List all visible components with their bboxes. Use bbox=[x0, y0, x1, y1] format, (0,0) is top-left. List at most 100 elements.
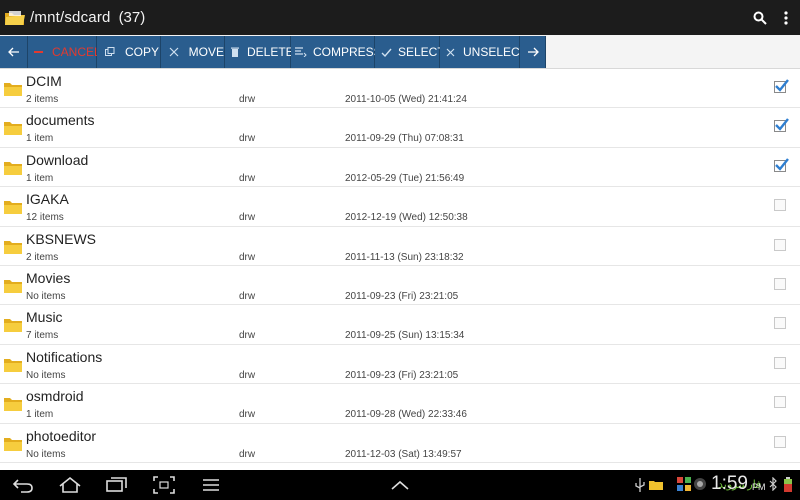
file-count: (37) bbox=[118, 9, 146, 26]
folder-icon bbox=[3, 160, 23, 176]
copy-button[interactable]: COPY bbox=[97, 36, 161, 68]
file-name: Download bbox=[26, 151, 89, 168]
item-count: 12 items bbox=[26, 212, 64, 224]
system-bar: فارسروید 1:59 PM bbox=[0, 470, 800, 500]
screenshot-icon[interactable] bbox=[153, 476, 175, 494]
modified-date: 2011-09-25 (Sun) 13:15:34 bbox=[345, 330, 465, 342]
compress-label: COMPRESS bbox=[313, 45, 382, 59]
permissions: drw bbox=[239, 94, 256, 105]
modified-date: 2011-09-28 (Wed) 22:33:46 bbox=[345, 409, 467, 421]
file-row[interactable]: osmdroid 1 item drw 2011-09-28 (Wed) 22:33:… bbox=[0, 384, 800, 424]
select-button[interactable]: SELECT bbox=[375, 36, 445, 68]
cancel-label: CANCEL bbox=[52, 45, 101, 59]
file-row[interactable]: Download 1 item drw 2012-05-29 (Tue) 21:56:… bbox=[0, 148, 800, 188]
copy-label: COPY bbox=[125, 45, 160, 59]
modified-date: 2011-09-23 (Fri) 23:21:05 bbox=[345, 290, 459, 302]
select-checkbox[interactable] bbox=[774, 277, 786, 290]
unselect-label: UNSELECT bbox=[463, 45, 528, 59]
move-button[interactable]: MOVE bbox=[161, 36, 225, 68]
folder-icon bbox=[3, 120, 23, 136]
battery-icon bbox=[783, 477, 797, 493]
file-row[interactable]: documents 1 item drw 2011-09-29 (Thu) 07:08… bbox=[0, 108, 800, 148]
select-label: SELECT bbox=[398, 45, 445, 59]
file-name: Music bbox=[26, 309, 63, 326]
app-notification-icon bbox=[677, 477, 691, 493]
file-row[interactable]: DCIM 2 items drw 2011-10-05 (Wed) 21:41:24 bbox=[0, 69, 800, 109]
select-checkbox[interactable] bbox=[774, 317, 786, 330]
permissions: drw bbox=[239, 330, 256, 342]
select-checkbox[interactable] bbox=[774, 435, 786, 448]
permissions: drw bbox=[239, 133, 256, 145]
file-list: DCIM 2 items drw 2011-10-05 (Wed) 21:41:24 d… bbox=[0, 69, 800, 470]
bluetooth-icon bbox=[768, 476, 782, 493]
item-count: 1 item bbox=[26, 133, 54, 145]
arrow-right-icon bbox=[526, 45, 540, 59]
back-button[interactable] bbox=[0, 36, 28, 68]
file-row[interactable]: IGAKA 12 items drw 2012-12-19 (Wed) 12:50:3… bbox=[0, 187, 800, 227]
file-row[interactable]: Notifications No items drw 2011-09-23 (Fri)… bbox=[0, 345, 800, 385]
permissions: drw bbox=[239, 172, 256, 184]
select-checkbox[interactable] bbox=[774, 199, 786, 212]
folder-icon bbox=[3, 278, 23, 294]
trash-icon bbox=[231, 45, 239, 59]
folder-icon bbox=[3, 317, 23, 333]
compress-button[interactable]: COMPRESS bbox=[291, 36, 382, 68]
select-checkbox[interactable] bbox=[774, 356, 786, 369]
file-name: Movies bbox=[26, 269, 71, 286]
cancel-button[interactable]: CANCEL bbox=[28, 36, 101, 68]
file-row[interactable]: photoeditor No items drw 2011-12-03 (Sat) 1… bbox=[0, 424, 800, 463]
delete-label: DELETE bbox=[247, 45, 294, 59]
item-count: 1 item bbox=[26, 409, 54, 421]
item-count: 1 item bbox=[26, 172, 54, 184]
folder-icon bbox=[3, 357, 23, 373]
overflow-menu-icon[interactable] bbox=[778, 9, 794, 27]
select-checkbox[interactable] bbox=[774, 158, 789, 172]
chevron-up-icon[interactable] bbox=[389, 476, 411, 494]
clock-ampm: PM bbox=[752, 482, 766, 492]
file-name: KBSNEWS bbox=[26, 230, 97, 247]
file-name: IGAKA bbox=[26, 191, 69, 208]
file-name: Notifications bbox=[26, 348, 103, 365]
minus-icon bbox=[34, 45, 44, 59]
file-row[interactable]: Music 7 items drw 2011-09-25 (Sun) 13:15:34 bbox=[0, 305, 800, 345]
select-checkbox[interactable] bbox=[774, 79, 789, 93]
select-checkbox[interactable] bbox=[774, 396, 786, 409]
item-count: 2 items bbox=[26, 94, 59, 105]
permissions: drw bbox=[239, 290, 256, 302]
file-row[interactable]: Movies No items drw 2011-09-23 (Fri) 23:21:… bbox=[0, 266, 800, 306]
item-count: No items bbox=[26, 369, 66, 381]
file-name: photoeditor bbox=[26, 427, 97, 444]
menu-icon[interactable] bbox=[201, 476, 223, 494]
home-nav-icon[interactable] bbox=[58, 476, 81, 494]
folder-icon bbox=[4, 10, 26, 26]
delete-button[interactable]: DELETE bbox=[225, 36, 294, 68]
arrow-left-icon bbox=[7, 45, 21, 59]
clock-time: 1:59 bbox=[711, 473, 748, 494]
permissions: drw bbox=[239, 212, 256, 224]
move-label: MOVE bbox=[188, 45, 224, 59]
cut-icon bbox=[167, 45, 181, 59]
modified-date: 2011-09-23 (Fri) 23:21:05 bbox=[345, 369, 459, 381]
unselect-button[interactable]: UNSELECT bbox=[440, 36, 527, 68]
item-count: 2 items bbox=[26, 251, 59, 263]
forward-button[interactable] bbox=[520, 36, 546, 68]
permissions: drw bbox=[239, 369, 256, 381]
permissions: drw bbox=[239, 251, 256, 263]
recent-apps-icon[interactable] bbox=[106, 476, 128, 494]
title-bar: /mnt/sdcard (37) bbox=[0, 0, 800, 35]
item-count: No items bbox=[26, 448, 66, 460]
modified-date: 2012-12-19 (Wed) 12:50:38 bbox=[345, 212, 468, 224]
search-icon[interactable] bbox=[752, 9, 768, 27]
select-checkbox[interactable] bbox=[774, 118, 789, 133]
modified-date: 2011-09-29 (Thu) 07:08:31 bbox=[345, 133, 464, 145]
usb-icon bbox=[633, 477, 647, 493]
folder-icon bbox=[3, 396, 23, 412]
modified-date: 2011-11-13 (Sun) 23:18:32 bbox=[345, 251, 464, 263]
modified-date: 2011-10-05 (Wed) 21:41:24 bbox=[345, 94, 467, 105]
folder-icon bbox=[3, 81, 23, 97]
select-checkbox[interactable] bbox=[774, 238, 786, 251]
current-path: /mnt/sdcard bbox=[30, 9, 111, 26]
file-row[interactable]: KBSNEWS 2 items drw 2011-11-13 (Sun) 23:18:… bbox=[0, 227, 800, 266]
back-nav-icon[interactable] bbox=[12, 476, 34, 494]
folder-notification-icon bbox=[648, 477, 664, 493]
